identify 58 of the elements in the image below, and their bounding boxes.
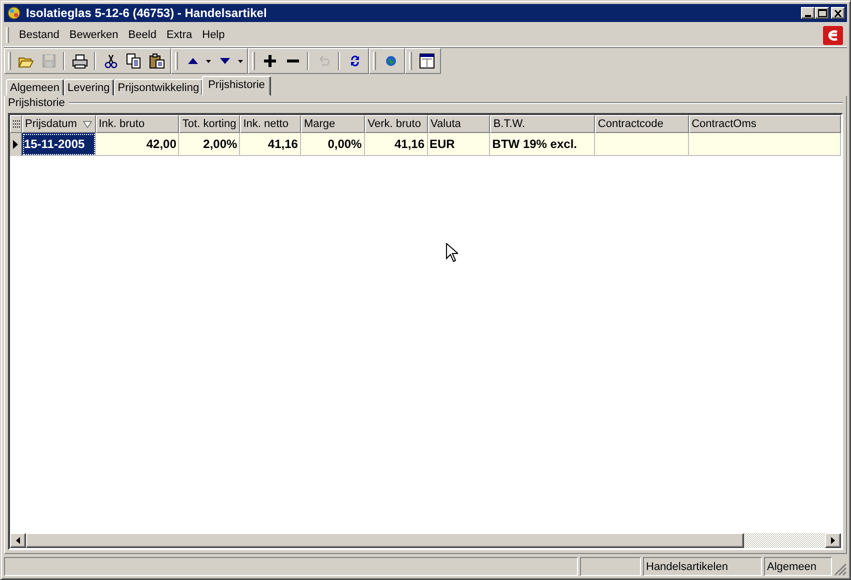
group-title: Prijshistorie xyxy=(8,97,65,109)
sort-icon xyxy=(82,120,92,128)
maximize-icon xyxy=(818,9,826,17)
caret-icon xyxy=(238,60,243,62)
column-header[interactable]: Ink. netto xyxy=(240,115,301,133)
close-button[interactable] xyxy=(831,7,845,19)
menu-item[interactable]: Help xyxy=(197,27,230,43)
menu-item[interactable]: Bewerken xyxy=(64,27,124,43)
status-panel xyxy=(580,557,641,576)
menu-item[interactable]: Beeld xyxy=(123,27,162,43)
table-cell: 0,00% xyxy=(300,133,365,156)
table-cell: 2,00% xyxy=(179,133,240,156)
column-header[interactable]: Prijsdatum xyxy=(22,115,96,133)
app-icon xyxy=(6,5,22,21)
table-cell: 41,16 xyxy=(364,133,428,156)
tab[interactable]: Prijsontwikkeling xyxy=(114,79,204,96)
table-cell: 42,00 xyxy=(96,133,180,156)
left-arrow-icon xyxy=(16,537,20,544)
menu-item[interactable]: Bestand xyxy=(14,27,64,43)
maximize-button[interactable] xyxy=(815,7,829,19)
table-cell: 41,16 xyxy=(240,133,301,156)
tab[interactable]: Algemeen xyxy=(6,79,64,96)
status-panel: Handelsartikelen xyxy=(643,557,762,576)
tab[interactable]: Levering xyxy=(64,79,114,96)
tab[interactable]: Prijshistorie xyxy=(202,76,271,96)
right-arrow-icon xyxy=(831,537,835,544)
column-header[interactable]: ContractOms xyxy=(688,115,841,133)
scissors-icon xyxy=(102,53,118,69)
column-header[interactable]: Ink. bruto xyxy=(96,115,180,133)
table-cell: BTW 19% excl. xyxy=(490,133,595,156)
mouse-pointer-icon xyxy=(446,243,458,262)
resize-grip-icon[interactable] xyxy=(834,563,847,576)
scroll-left-button[interactable] xyxy=(10,533,26,548)
column-header[interactable]: Contractcode xyxy=(594,115,689,133)
column-header[interactable]: Valuta xyxy=(428,115,490,133)
menu-item[interactable]: Extra xyxy=(161,27,198,43)
column-header[interactable]: B.T.W. xyxy=(490,115,595,133)
minus-icon xyxy=(286,59,298,63)
column-header[interactable]: Tot. korting xyxy=(179,115,240,133)
down-arrow-icon xyxy=(220,58,230,64)
save-icon xyxy=(40,53,56,69)
column-header[interactable]: Marge xyxy=(300,115,365,133)
table-cell: EUR xyxy=(428,133,490,156)
up-arrow-icon xyxy=(188,58,198,64)
plus-icon xyxy=(264,55,276,67)
window-title: Isolatieglas 5-12-6 (46753) - Handelsartikel xyxy=(26,6,268,20)
printer-icon xyxy=(72,53,88,69)
table-cell: 15-11-2005 xyxy=(22,133,96,156)
window-layout-icon xyxy=(418,53,434,69)
scroll-right-button[interactable] xyxy=(825,533,841,548)
close-icon xyxy=(834,10,842,16)
column-chooser-icon xyxy=(12,120,20,128)
paste-icon xyxy=(148,53,164,69)
copy-icon xyxy=(126,53,142,69)
column-header[interactable]: Verk. bruto xyxy=(364,115,428,133)
status-panel: Algemeen xyxy=(764,557,832,576)
minimize-button[interactable] xyxy=(801,7,815,19)
caret-icon xyxy=(206,60,211,62)
